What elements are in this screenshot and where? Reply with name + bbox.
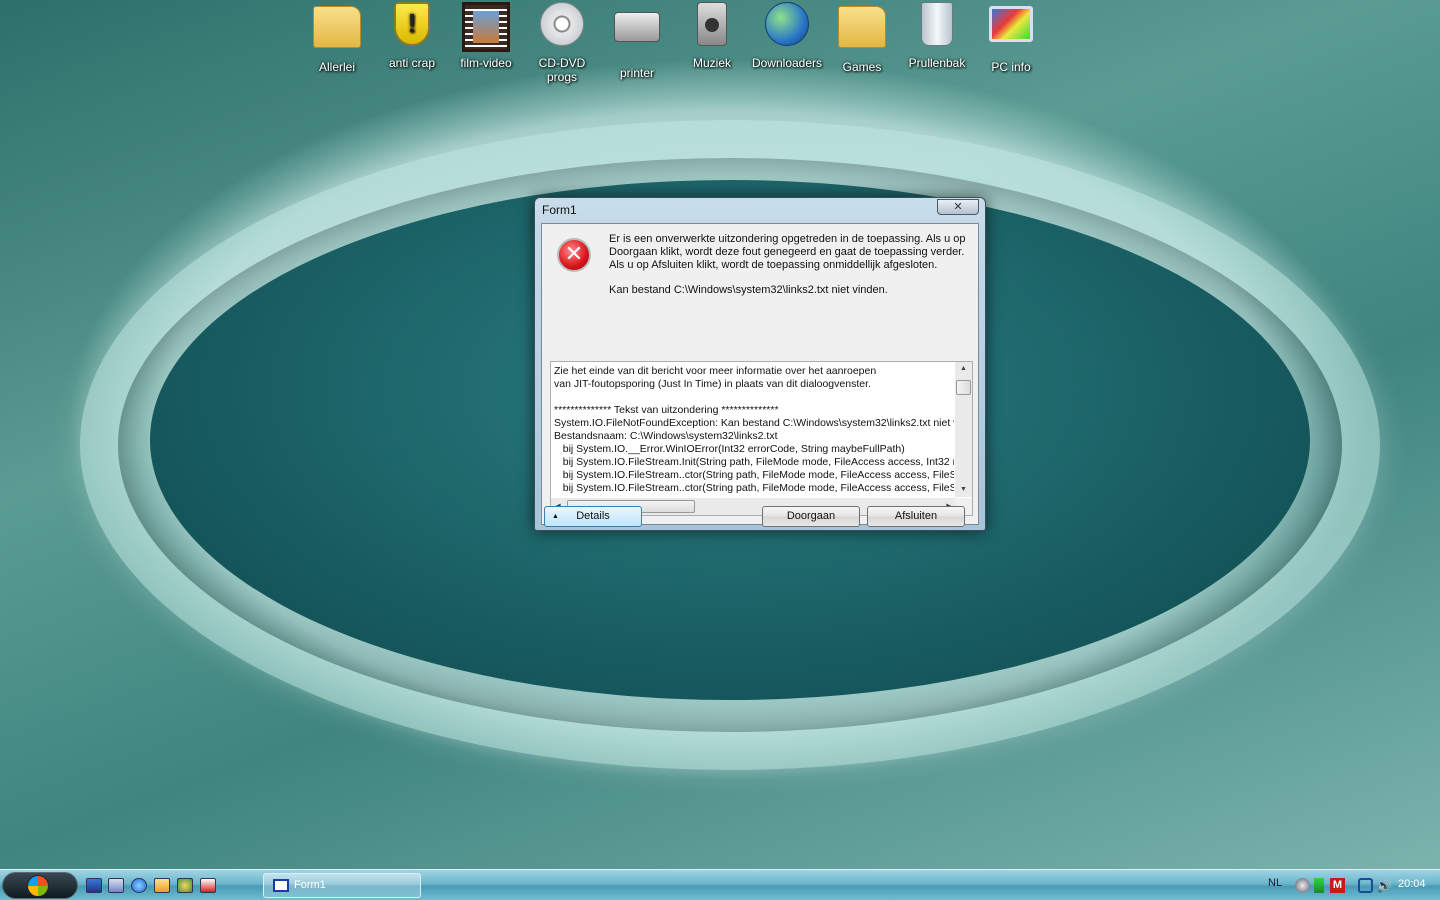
speaker-icon (688, 2, 736, 52)
details-textbox[interactable]: Zie het einde van dit bericht voor meer … (550, 361, 973, 516)
language-indicator[interactable]: NL (1268, 877, 1282, 889)
sync-icon[interactable] (1358, 878, 1373, 893)
details-button-label: Details (576, 510, 610, 522)
window-icon (273, 879, 289, 892)
app-launcher-icon[interactable] (200, 878, 216, 893)
network-icon[interactable] (1295, 878, 1310, 893)
desktop-icon-cd-dvd-progs[interactable]: CD-DVD progs (525, 0, 599, 84)
desktop-icon-games[interactable]: Games (825, 0, 899, 74)
scroll-down-icon[interactable]: ▼ (955, 483, 972, 497)
mail-icon[interactable] (154, 878, 170, 893)
desktop-icon-pc-info[interactable]: PC info (974, 0, 1048, 74)
desktop-icon-muziek[interactable]: Muziek (675, 0, 749, 70)
scroll-up-icon[interactable]: ▲ (955, 362, 972, 376)
desktop-icon-label: Allerlei (318, 60, 355, 74)
desktop-icon-film-video[interactable]: film-video (449, 0, 523, 70)
vertical-scrollbar[interactable]: ▲ ▼ (955, 362, 972, 497)
desktop-icon-anti-crap[interactable]: ! anti crap (375, 0, 449, 70)
quit-button[interactable]: Afsluiten (867, 506, 965, 527)
desktop-icon-allerlei[interactable]: Allerlei (300, 0, 374, 74)
desktop-icon-prullenbak[interactable]: Prullenbak (900, 0, 974, 70)
internet-explorer-icon[interactable] (131, 878, 147, 893)
windows-logo-icon (27, 875, 49, 897)
desktop-icon-downloaders[interactable]: Downloaders (749, 0, 825, 70)
desktop-icon-label: film-video (460, 56, 512, 70)
pc-icon (987, 6, 1035, 56)
shield-warning-icon: ! (388, 2, 436, 52)
film-icon (462, 2, 510, 52)
show-desktop-icon[interactable] (86, 878, 102, 893)
dialog-body: ✕ Er is een onverwerkte uitzondering opg… (541, 223, 979, 525)
desktop-icon-label: Downloaders (751, 56, 823, 70)
start-button[interactable] (2, 872, 78, 899)
cd-icon (538, 2, 586, 52)
desktop-icon-label: Prullenbak (908, 56, 966, 70)
taskbar: Form1 NL M 🔊 20:04 (0, 869, 1440, 900)
clock[interactable]: 20:04 (1398, 878, 1426, 890)
signal-icon[interactable] (1314, 878, 1324, 893)
taskbar-item-form1[interactable]: Form1 (263, 873, 421, 898)
folder-icon (313, 6, 361, 56)
taskbar-item-label: Form1 (294, 879, 326, 891)
collapse-arrow-icon: ▲ (552, 513, 559, 520)
close-icon: ✕ (953, 201, 963, 213)
error-description: Er is een onverwerkte uitzondering opget… (609, 233, 966, 271)
desktop-icon-label: Games (842, 60, 882, 74)
details-text: Zie het einde van dit bericht voor meer … (554, 365, 954, 494)
desktop-icon-printer[interactable]: printer (600, 0, 674, 80)
globe-icon (763, 2, 811, 52)
desktop-icon-label: PC info (991, 60, 1031, 74)
desktop-icon-label: CD-DVD progs (538, 56, 586, 84)
folder-icon (838, 6, 886, 56)
recycle-bin-icon (913, 2, 961, 52)
continue-button[interactable]: Doorgaan (762, 506, 860, 527)
error-message: Er is een onverwerkte uitzondering opget… (609, 233, 969, 309)
desktop-icon-label: anti crap (388, 56, 436, 70)
details-button[interactable]: ▲ Details (544, 506, 642, 527)
close-button[interactable]: ✕ (937, 199, 979, 215)
desktop-icon-label: printer (619, 66, 654, 80)
desktop-icon-label: Muziek (692, 56, 731, 70)
messenger-icon[interactable] (177, 878, 193, 893)
error-detail-line: Kan bestand C:\Windows\system32\links2.t… (609, 284, 888, 296)
error-icon: ✕ (557, 238, 591, 272)
dialog-title: Form1 (542, 203, 577, 217)
switch-windows-icon[interactable] (108, 878, 124, 893)
volume-icon[interactable]: 🔊 (1376, 878, 1392, 893)
printer-icon (613, 12, 661, 62)
mcafee-icon[interactable]: M (1330, 878, 1345, 893)
vertical-scroll-thumb[interactable] (956, 380, 971, 395)
error-dialog: Form1 ✕ ✕ Er is een onverwerkte uitzonde… (534, 197, 986, 531)
